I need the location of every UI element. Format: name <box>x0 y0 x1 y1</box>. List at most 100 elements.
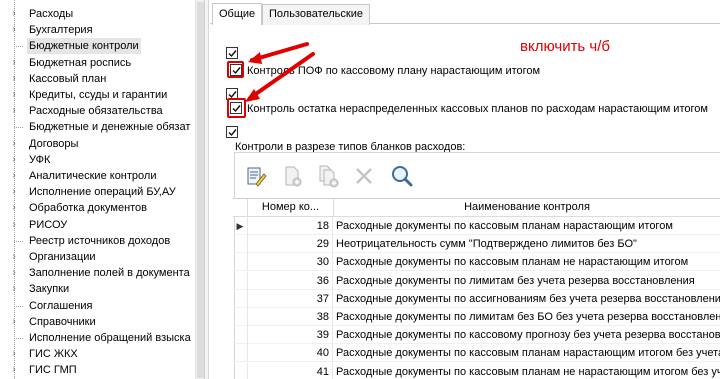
new-document-icon <box>285 166 302 187</box>
column-header-number[interactable]: Номер ко... <box>248 199 334 217</box>
tree-item-label: Бюджетная роспись <box>29 56 132 69</box>
chevron-right-icon[interactable]: › <box>9 55 19 71</box>
chevron-right-icon[interactable]: › <box>9 265 19 281</box>
tree-branch-line <box>14 127 23 129</box>
chevron-right-icon[interactable]: › <box>9 217 19 233</box>
tree-item[interactable]: › Обработка документов <box>0 200 194 216</box>
tree-item-label: ГИС ЖКХ <box>29 348 78 361</box>
chevron-right-icon[interactable]: › <box>9 314 19 330</box>
chevron-right-icon[interactable]: › <box>9 71 19 87</box>
chevron-right-icon[interactable]: › <box>9 136 19 152</box>
row-indicator <box>233 308 248 326</box>
control-name-cell: Расходные документы по лимитам без учета… <box>336 274 695 287</box>
table-row[interactable]: 40 Расходные документы по кассовым планам… <box>233 344 720 363</box>
tree-item-label: Соглашения <box>29 299 93 312</box>
tree-item[interactable]: › Справочники <box>0 314 194 330</box>
tree-item-label: РИСОУ <box>29 218 68 231</box>
tree-item[interactable]: › Исполнение операций БУ,АУ <box>0 184 194 200</box>
tree-item-label: Исполнение операций БУ,АУ <box>29 186 176 199</box>
tree-item[interactable]: › ГИС ЖКХ <box>0 346 194 362</box>
tree-item[interactable]: › Кассовый план <box>0 71 194 87</box>
tree-item[interactable]: › Расходные обязательства <box>0 103 194 119</box>
chevron-right-icon[interactable]: › <box>9 200 19 216</box>
grid-toolbar <box>234 160 720 194</box>
table-row[interactable]: 41 Расходные документы по кассовым планам… <box>233 362 720 379</box>
tree-item[interactable]: › Организации <box>0 249 194 265</box>
remainder-control-checkbox[interactable] <box>230 102 242 114</box>
copy-document-icon <box>319 165 339 188</box>
table-row[interactable]: 38 Расходные документы по лимитам без БО … <box>233 308 720 326</box>
control-number-cell: 40 <box>248 344 333 363</box>
chevron-right-icon[interactable]: › <box>9 184 19 200</box>
copy-button[interactable] <box>314 162 342 190</box>
tree-item[interactable]: › Кредиты, ссуды и гарантии <box>0 87 194 103</box>
tree-branch-line <box>14 305 23 307</box>
table-row[interactable]: 39 Расходные документы по кассовому прогн… <box>233 326 720 345</box>
remainder-control-label: Контроль остатка нераспределенных кассов… <box>247 103 708 115</box>
tree-item[interactable]: › РИСОУ <box>0 217 194 233</box>
tree-item-label: Кассовый план <box>29 72 107 85</box>
tree-item[interactable]: › Закупки <box>0 281 194 297</box>
tree-item[interactable]: › Расходы <box>0 6 194 22</box>
tree-item[interactable]: › Договоры <box>0 136 194 152</box>
tree-item[interactable]: Исполнение обращений взыска <box>0 330 194 346</box>
tree-scrollbar[interactable] <box>195 0 205 379</box>
tree-scrollbar-thumb[interactable] <box>197 2 204 378</box>
tab-general[interactable]: Общие <box>212 3 263 25</box>
control-number-cell: 18 <box>248 217 333 235</box>
tree-item[interactable]: › Бухгалтерия <box>0 22 194 38</box>
chevron-right-icon[interactable]: › <box>9 281 19 297</box>
tree-item[interactable]: › Заполнение полей в документа <box>0 265 194 281</box>
new-button[interactable] <box>278 162 306 190</box>
row-indicator <box>233 326 248 345</box>
table-row[interactable]: 29 Неотрицательность сумм "Подтверждено л… <box>233 235 720 254</box>
tree-item[interactable]: › ГИС ГМП <box>0 362 194 378</box>
tree-item[interactable]: › Бюджетная роспись <box>0 55 194 71</box>
column-header-name[interactable]: Наименование контроля <box>334 199 720 217</box>
navigation-tree: › Расходы › Бухгалтерия Бюджетные контроли › Б… <box>0 0 194 379</box>
chevron-right-icon[interactable]: › <box>9 87 19 103</box>
chevron-right-icon[interactable]: › <box>9 103 19 119</box>
chevron-right-icon[interactable]: › <box>9 22 19 38</box>
tree-item-label: Расходные обязательства <box>29 105 163 118</box>
pof-control-checkbox[interactable] <box>230 64 242 76</box>
control-name-cell: Расходные документы по кассовым планам н… <box>336 256 689 269</box>
chevron-right-icon[interactable]: › <box>9 6 19 22</box>
edit-button[interactable] <box>242 162 270 190</box>
chevron-right-icon[interactable]: › <box>9 168 19 184</box>
blank-types-checkbox[interactable] <box>226 126 238 138</box>
settings-panel: Общие Пользовательские Контроль ПОФ по к… <box>210 0 720 379</box>
delete-button[interactable] <box>350 162 378 190</box>
edit-icon <box>247 167 267 187</box>
tree-item-label: Аналитические контроли <box>29 170 157 182</box>
tree-item[interactable]: Бюджетные и денежные обязат <box>0 119 194 135</box>
table-row[interactable]: 37 Расходные документы по ассигнованиям б… <box>233 289 720 308</box>
tree-item[interactable]: Бюджетные контроли <box>0 38 194 55</box>
row-indicator <box>233 362 248 379</box>
tree-item-label: Заполнение полей в документа <box>29 267 190 280</box>
chevron-right-icon[interactable]: › <box>9 249 19 265</box>
chevron-right-icon[interactable]: › <box>9 346 19 362</box>
tree-item[interactable]: Реестр источников доходов <box>0 233 194 249</box>
panel-splitter[interactable] <box>205 0 209 379</box>
control-name-cell: Неотрицательность сумм "Подтверждено лим… <box>336 238 637 251</box>
tree-item-label: Кредиты, ссуды и гарантии <box>29 89 168 101</box>
control-name-cell: Расходные документы по лимитам без БО бе… <box>336 311 720 323</box>
table-row[interactable]: 36 Расходные документы по лимитам без уче… <box>233 271 720 290</box>
tree-item[interactable]: › Аналитические контроли <box>0 168 194 184</box>
search-icon <box>392 166 413 187</box>
chevron-right-icon[interactable]: › <box>9 152 19 168</box>
table-row[interactable]: 30 Расходные документы по кассовым планам… <box>233 253 720 272</box>
tree-item-label: Бюджетные контроли <box>27 38 141 55</box>
table-row[interactable]: ▶ 18 Расходные документы по кассовым плана… <box>233 217 720 235</box>
tree-item-label: Справочники <box>29 315 96 328</box>
tab-bar: Общие Пользовательские <box>210 3 720 25</box>
tree-item-label: ГИС ГМП <box>29 364 77 377</box>
search-button[interactable] <box>388 162 416 190</box>
tree-item[interactable]: Соглашения <box>0 298 194 314</box>
chevron-right-icon[interactable]: › <box>9 362 19 378</box>
tab-custom[interactable]: Пользовательские <box>262 4 370 25</box>
pof-group-checkbox[interactable] <box>226 47 238 59</box>
tree-item[interactable]: › УФК <box>0 152 194 168</box>
tree-branch-line <box>14 46 23 48</box>
